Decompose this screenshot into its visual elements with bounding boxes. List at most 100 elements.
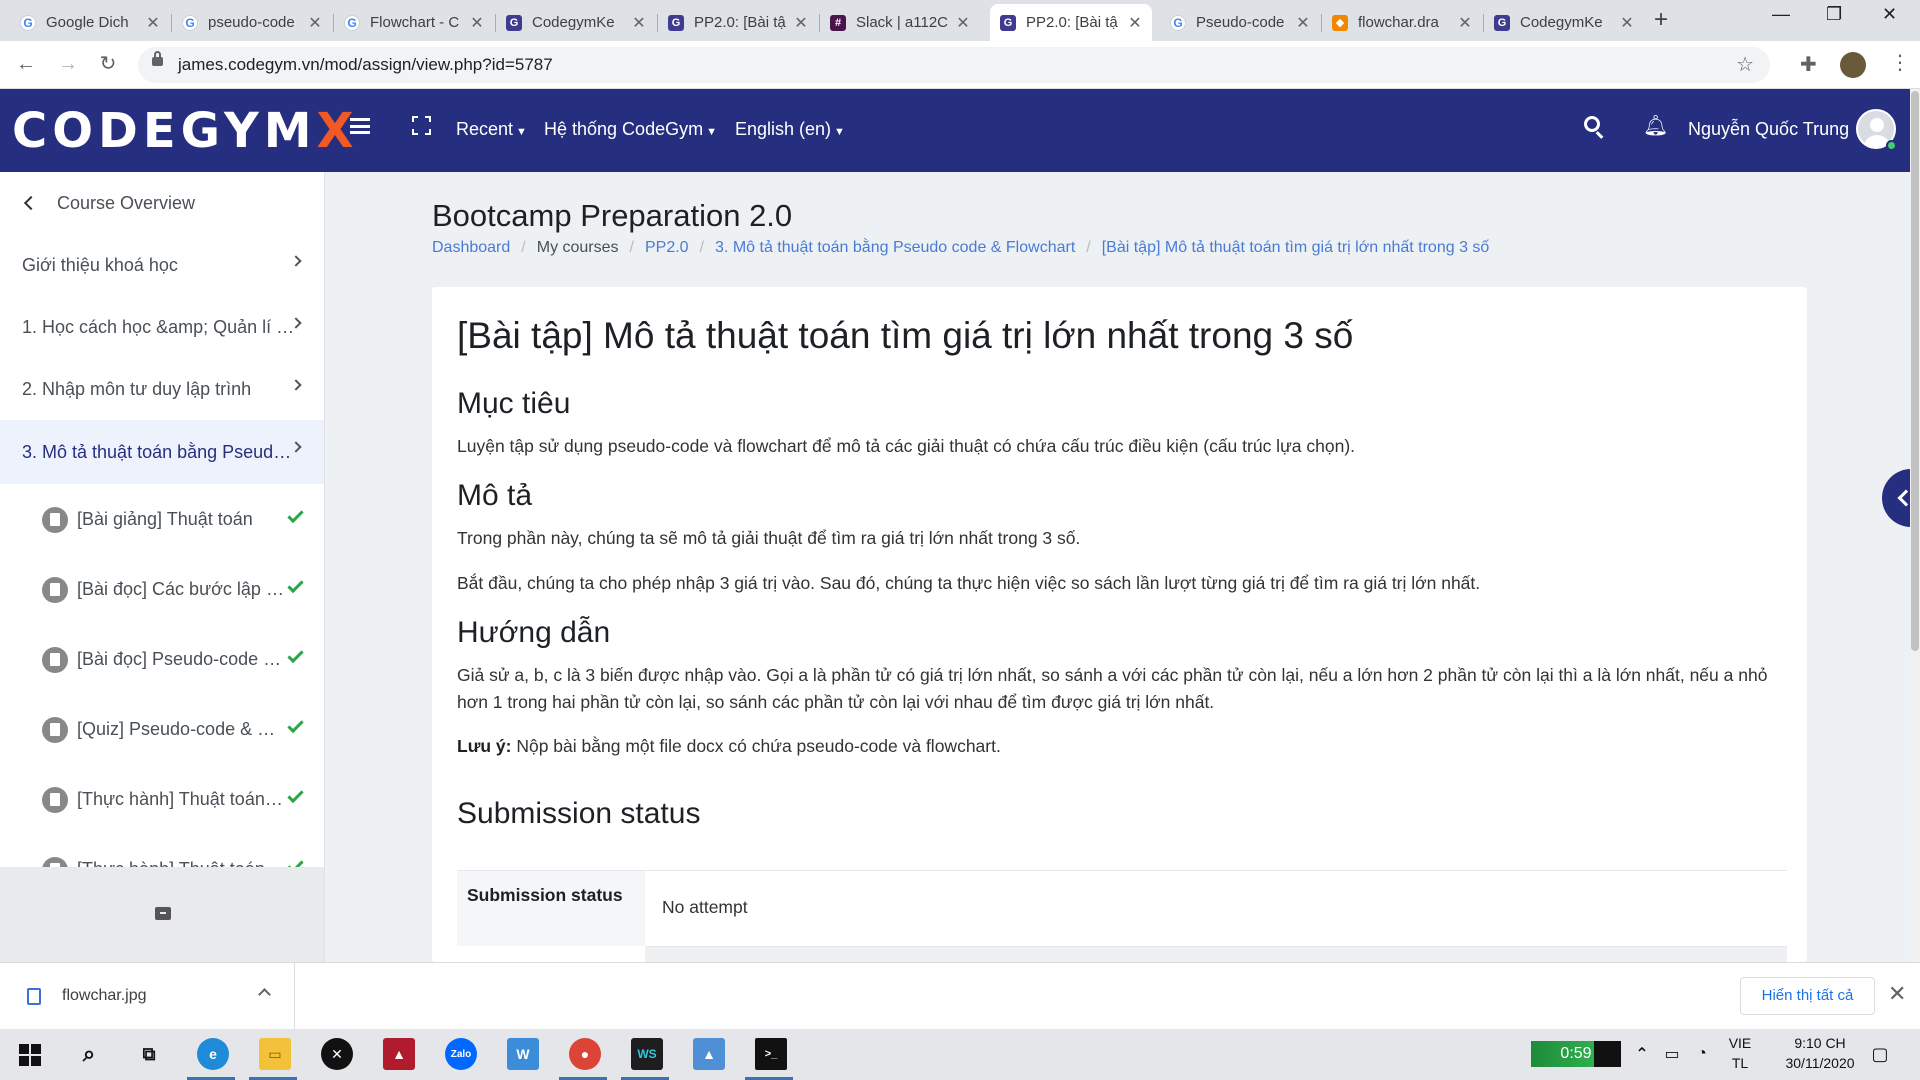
- page-scrollbar[interactable]: [1910, 89, 1920, 962]
- system-clock[interactable]: 9:10 CH 30/11/2020: [1770, 1033, 1870, 1073]
- sidebar-activity[interactable]: [Bài đọc] Pseudo-code & Flowchart: [0, 624, 324, 694]
- close-window-icon[interactable]: ✕: [1882, 4, 1897, 25]
- windows-start-icon[interactable]: [19, 1044, 41, 1066]
- wifi-icon[interactable]: ◔: [1686, 1038, 1718, 1070]
- codegym-icon: G: [506, 14, 522, 31]
- back-icon[interactable]: ←: [12, 50, 40, 78]
- sidebar-activity[interactable]: [Thực hành] Thuật toán tính tổng: [0, 764, 324, 834]
- browser-tab[interactable]: G CodegymKe ✕: [496, 4, 656, 41]
- archive-icon[interactable]: [155, 907, 171, 920]
- close-tab-icon[interactable]: ✕: [1618, 13, 1636, 33]
- sidebar-activity[interactable]: [Bài giảng] Thuật toán: [0, 484, 324, 554]
- slack-icon: #: [830, 14, 846, 31]
- extensions-puzzle-icon[interactable]: ✚: [1800, 52, 1817, 77]
- reload-icon[interactable]: ↻: [94, 50, 122, 78]
- scrollbar-thumb[interactable]: [1911, 91, 1919, 651]
- writer-icon[interactable]: W: [507, 1038, 539, 1070]
- webstorm-icon[interactable]: WS: [631, 1038, 663, 1070]
- address-bar[interactable]: james.codegym.vn/mod/assign/view.php?id=…: [138, 47, 1770, 83]
- notification-center-icon[interactable]: ▢: [1864, 1038, 1896, 1070]
- description-text: Trong phần này, chúng ta sẽ mô tả giải t…: [457, 528, 1081, 548]
- nav-recent[interactable]: Recent ▼: [456, 119, 527, 140]
- browser-tab[interactable]: G PP2.0: [Bài tậ ✕: [658, 4, 818, 41]
- page-icon: [42, 577, 68, 603]
- close-download-bar-icon[interactable]: ✕: [1888, 981, 1906, 1007]
- close-tab-icon[interactable]: ✕: [792, 13, 810, 33]
- breadcrumb-assignment[interactable]: [Bài tập] Mô tả thuật toán tìm giá trị l…: [1102, 239, 1490, 257]
- browser-tab[interactable]: G Google Dich ✕: [10, 4, 170, 41]
- sidebar-section-active[interactable]: 3. Mô tả thuật toán bằng Pseudo code & F…: [0, 420, 324, 484]
- chrome-icon[interactable]: ●: [569, 1038, 601, 1070]
- course-overview-link[interactable]: Course Overview: [0, 172, 324, 234]
- nav-language[interactable]: English (en) ▼: [735, 119, 845, 140]
- url-text[interactable]: james.codegym.vn/mod/assign/view.php?id=…: [178, 55, 553, 75]
- browser-tab[interactable]: ◆ flowchar.dra ✕: [1322, 4, 1482, 41]
- google-icon: G: [1170, 14, 1186, 31]
- browser-tab[interactable]: G Pseudo-code ✕: [1160, 4, 1320, 41]
- sidebar-footer: [0, 867, 324, 962]
- close-tab-icon[interactable]: ✕: [1294, 13, 1312, 33]
- nav-he-thong-codegym[interactable]: Hệ thống CodeGym ▼: [544, 119, 717, 140]
- browser-tab[interactable]: G Flowchart - C ✕: [334, 4, 494, 41]
- breadcrumb-course[interactable]: PP2.0: [645, 239, 689, 257]
- photos-icon[interactable]: ▲: [693, 1038, 725, 1070]
- task-view-icon[interactable]: ⧉: [133, 1038, 165, 1070]
- breadcrumb-section[interactable]: 3. Mô tả thuật toán bằng Pseudo code & F…: [715, 239, 1075, 257]
- assignment-card: [Bài tập] Mô tả thuật toán tìm giá trị l…: [432, 287, 1807, 962]
- browser-tab-strip: G Google Dich ✕ G pseudo-code ✕ G Flowch…: [0, 0, 1920, 41]
- minimize-icon[interactable]: —: [1772, 4, 1790, 25]
- edge-icon[interactable]: e: [197, 1038, 229, 1070]
- notification-bell-icon[interactable]: 🔔︎: [1643, 113, 1668, 138]
- browser-tab[interactable]: G pseudo-code ✕: [172, 4, 332, 41]
- zalo-icon[interactable]: Zalo: [445, 1038, 477, 1070]
- show-all-downloads-button[interactable]: Hiển thị tất cả: [1740, 977, 1875, 1015]
- breadcrumb-dashboard[interactable]: Dashboard: [432, 239, 510, 257]
- new-tab-icon[interactable]: +: [1654, 6, 1668, 34]
- timer-widget[interactable]: 0:59: [1531, 1041, 1621, 1067]
- browser-menu-icon[interactable]: ⋮: [1890, 50, 1910, 75]
- browser-profile-avatar[interactable]: [1840, 52, 1866, 78]
- breadcrumb-my-courses: My courses: [536, 239, 619, 256]
- maximize-icon[interactable]: ❐: [1826, 4, 1842, 25]
- close-tab-icon[interactable]: ✕: [144, 13, 162, 33]
- page-icon: [42, 647, 68, 673]
- sidebar-activity[interactable]: [Thực hành] Thuật toán: [0, 834, 324, 867]
- download-file-name[interactable]: flowchar.jpg: [62, 987, 147, 1005]
- close-tab-icon[interactable]: ✕: [306, 13, 324, 33]
- course-title: Bootcamp Preparation 2.0: [432, 198, 793, 233]
- forward-icon[interactable]: →: [54, 50, 82, 78]
- sidebar-section[interactable]: Giới thiệu khoá học: [0, 234, 324, 296]
- close-tab-icon[interactable]: ✕: [954, 13, 972, 33]
- browser-tab[interactable]: G CodegymKe ✕: [1484, 4, 1644, 41]
- app-icon[interactable]: ▲: [383, 1038, 415, 1070]
- download-item[interactable]: flowchar.jpg: [0, 963, 295, 1029]
- close-tab-icon[interactable]: ✕: [1126, 13, 1144, 33]
- codegym-logo[interactable]: CODEGYMX: [12, 103, 359, 159]
- xbox-icon[interactable]: ✕: [321, 1038, 353, 1070]
- fullscreen-icon[interactable]: [412, 116, 431, 135]
- sidebar-activity[interactable]: [Quiz] Pseudo-code & Flowchart: [0, 694, 324, 764]
- close-tab-icon[interactable]: ✕: [630, 13, 648, 33]
- user-name[interactable]: Nguyễn Quốc Trung: [1688, 119, 1849, 140]
- close-tab-icon[interactable]: ✕: [468, 13, 486, 33]
- battery-icon[interactable]: ▭: [1656, 1038, 1688, 1070]
- search-icon[interactable]: [1584, 116, 1600, 132]
- chevron-up-icon[interactable]: [258, 988, 271, 1001]
- browser-tab[interactable]: # Slack | a112C ✕: [820, 4, 980, 41]
- terminal-icon[interactable]: >_: [755, 1038, 787, 1070]
- sidebar-section[interactable]: 2. Nhập môn tư duy lập trình: [0, 358, 324, 420]
- file-explorer-icon[interactable]: ▭: [259, 1038, 291, 1070]
- sidebar-activity[interactable]: [Bài đọc] Các bước lập trình: [0, 554, 324, 624]
- browser-tab-active[interactable]: G PP2.0: [Bài tậ ✕: [990, 4, 1152, 41]
- guide-text: Giả sử a, b, c là 3 biến được nhập vào. …: [457, 665, 1768, 712]
- close-tab-icon[interactable]: ✕: [1456, 13, 1474, 33]
- breadcrumb: Dashboard / My courses / PP2.0 / 3. Mô t…: [432, 239, 1490, 257]
- hamburger-menu-icon[interactable]: [350, 118, 370, 134]
- search-icon[interactable]: ⌕: [73, 1038, 105, 1070]
- completed-check-icon: [287, 786, 304, 804]
- bookmark-star-icon[interactable]: ☆: [1736, 52, 1754, 77]
- sidebar-section[interactable]: 1. Học cách học &amp; Quản lí thời gian: [0, 296, 324, 358]
- chevron-up-icon[interactable]: ⌃: [1626, 1038, 1658, 1070]
- guide-heading: Hướng dẫn: [457, 616, 611, 649]
- input-language[interactable]: VIE TL: [1722, 1033, 1758, 1073]
